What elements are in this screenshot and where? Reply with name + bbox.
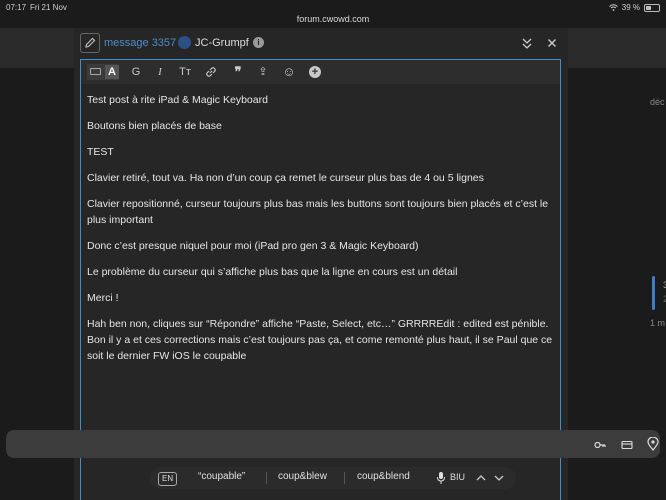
chevron-up-icon[interactable] [475,471,487,483]
toggle-label: A [105,65,119,79]
url-text: forum.cwowd.com [296,14,370,24]
suggestion-3[interactable]: coup&blend [357,471,410,482]
battery-percent: 39 % [621,3,640,12]
post-line-6: Donc c’est presque niquel pour moi (iPad… [87,240,419,252]
timeline-age: 1 m [650,318,666,328]
heading-button[interactable]: Tт [178,64,192,80]
post-text[interactable]: Test post à rite iPad & Magic Keyboard B… [87,92,553,374]
emoji-button[interactable]: ☺ [282,64,296,80]
upload-button[interactable]: ⇪ [256,64,270,80]
status-date: Fri 21 Nov [30,3,67,12]
rich-text-toggle[interactable]: A [87,64,119,80]
post-line-2: Boutons bien placés de base [87,120,222,132]
language-badge[interactable]: EN [158,472,178,486]
bold-button[interactable]: G [129,64,143,80]
card-icon[interactable] [621,438,633,450]
keyboard-icon [90,68,101,75]
collapse-icon[interactable] [520,35,534,51]
quote-button[interactable]: ❞ [231,64,245,80]
quicktype-bar: EN “coupable” coup&blew coup&blend BIU [150,467,516,489]
post-line-5: Clavier repositionné, curseur toujours p… [87,198,549,226]
suggestion-2[interactable]: coup&blew [278,471,327,482]
composer-header: message 3357 JC-Grumpf i [74,28,568,58]
timeline-scroll-handle[interactable] [652,276,655,310]
status-time: 07:17 [6,3,27,12]
pencil-icon[interactable] [80,33,100,53]
post-line-7: Le problème du curseur qui s’affiche plu… [87,266,458,278]
post-line-1: Test post à rite iPad & Magic Keyboard [87,94,268,106]
quicktype-divider [344,472,345,484]
close-icon[interactable] [545,35,559,51]
bottom-input-bar[interactable] [6,430,660,458]
location-pin-icon[interactable] [647,436,659,451]
suggestion-1[interactable]: “coupable” [198,471,245,482]
microphone-icon[interactable] [436,471,446,485]
format-biu-button[interactable]: BIU [450,472,465,482]
timeline-date-label: déc [650,97,665,107]
more-options-button[interactable]: + [309,66,321,78]
url-bar[interactable]: forum.cwowd.com [0,14,666,28]
quicktype-divider [266,472,267,484]
status-right: 39 % [608,3,660,12]
link-icon[interactable] [204,64,218,80]
editor-toolbar: A G I Tт ❞ ⇪ ☺ + [81,60,560,84]
chevron-down-icon[interactable] [493,471,505,483]
reply-to-link[interactable]: message 3357 [104,37,176,49]
username[interactable]: JC-Grumpf [195,37,249,49]
info-icon[interactable]: i [253,37,264,48]
post-line-4: Clavier retiré, tout va. Ha non d’un cou… [87,172,484,184]
post-line-9: Hah ben non, cliques sur “Répondre” affi… [87,318,553,362]
italic-button[interactable]: I [154,64,166,80]
post-line-8: Merci ! [87,292,119,304]
key-icon[interactable] [594,438,606,450]
status-bar: 07:17 Fri 21 Nov 39 % [0,0,666,14]
battery-icon [644,3,660,12]
wifi-icon [608,4,618,11]
avatar [178,36,191,49]
post-line-3: TEST [87,146,114,158]
